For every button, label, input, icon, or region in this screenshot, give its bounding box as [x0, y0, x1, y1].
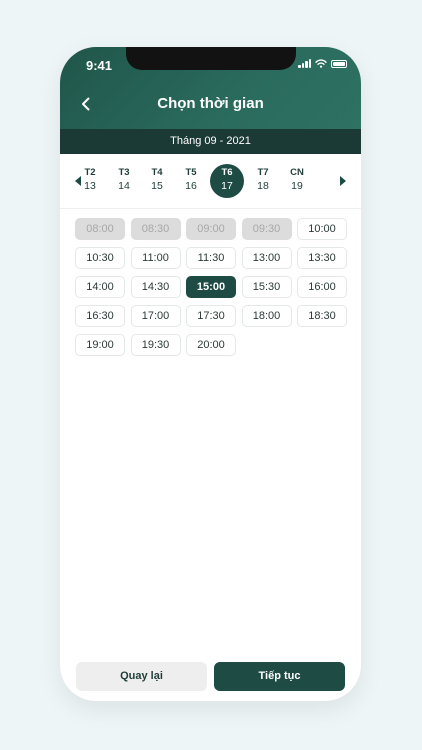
time-slot[interactable]: 16:30 [75, 305, 125, 327]
time-slot[interactable]: 11:30 [186, 247, 236, 269]
time-slot[interactable]: 10:30 [75, 247, 125, 269]
header: 9:41 Chọn thời gian [60, 47, 361, 129]
day-name: T2 [84, 167, 96, 178]
status-icons [298, 59, 347, 68]
time-slot[interactable]: 15:30 [241, 276, 292, 298]
day-name: T7 [257, 167, 269, 178]
day-name: T4 [151, 167, 163, 178]
time-slot[interactable]: 11:00 [130, 247, 181, 269]
time-slot[interactable]: 15:00 [186, 276, 236, 298]
time-slot[interactable]: 18:30 [297, 305, 347, 327]
time-slot[interactable]: 16:00 [297, 276, 347, 298]
time-slot[interactable]: 13:30 [297, 247, 347, 269]
time-slot[interactable]: 20:00 [186, 334, 236, 356]
day-t5[interactable]: T5 16 [174, 164, 208, 198]
back-button[interactable]: Quay lại [76, 662, 207, 691]
page-title: Chọn thời gian [157, 95, 264, 112]
notch [126, 47, 296, 70]
day-date: 19 [291, 180, 303, 192]
time-slot[interactable]: 14:30 [130, 276, 181, 298]
signal-icon [298, 59, 311, 68]
day-date: 13 [84, 180, 96, 192]
time-slot[interactable]: 17:00 [130, 305, 181, 327]
day-t3[interactable]: T3 14 [107, 164, 141, 198]
wifi-icon [315, 59, 327, 68]
time-slot: 08:30 [130, 218, 181, 240]
continue-button[interactable]: Tiếp tục [214, 662, 345, 691]
day-name: T6 [221, 167, 233, 178]
time-slot[interactable]: 10:00 [297, 218, 347, 240]
week-selector: T2 13 T3 14 T4 15 T5 16 T6 17 T7 18 CN 19 [60, 154, 361, 209]
time-slot: 09:00 [186, 218, 236, 240]
time-slot[interactable]: 19:00 [75, 334, 125, 356]
time-slot[interactable]: 19:30 [130, 334, 181, 356]
status-time: 9:41 [86, 58, 113, 73]
day-date: 17 [221, 180, 233, 192]
time-slot[interactable]: 18:00 [241, 305, 292, 327]
day-name: CN [290, 167, 304, 178]
time-slot: 09:30 [241, 218, 292, 240]
day-date: 16 [185, 180, 197, 192]
day-cn[interactable]: CN 19 [280, 164, 314, 198]
time-slot[interactable]: 13:00 [241, 247, 292, 269]
day-date: 15 [151, 180, 163, 192]
day-t4[interactable]: T4 15 [140, 164, 174, 198]
time-slot[interactable]: 14:00 [75, 276, 125, 298]
battery-icon [331, 59, 347, 68]
time-slot[interactable]: 17:30 [186, 305, 236, 327]
phone-frame: 9:41 Chọn thời gian Tháng 09 - 2021 T2 13… [60, 47, 361, 701]
month-label: Tháng 09 - 2021 [60, 129, 361, 154]
day-name: T3 [118, 167, 130, 178]
day-t7[interactable]: T7 18 [246, 164, 280, 198]
day-name: T5 [185, 167, 197, 178]
day-date: 18 [257, 180, 269, 192]
caret-right-icon[interactable] [337, 174, 349, 188]
day-t2[interactable]: T2 13 [73, 164, 107, 198]
day-date: 14 [118, 180, 130, 192]
day-t6[interactable]: T6 17 [210, 164, 244, 198]
time-slot: 08:00 [75, 218, 125, 240]
